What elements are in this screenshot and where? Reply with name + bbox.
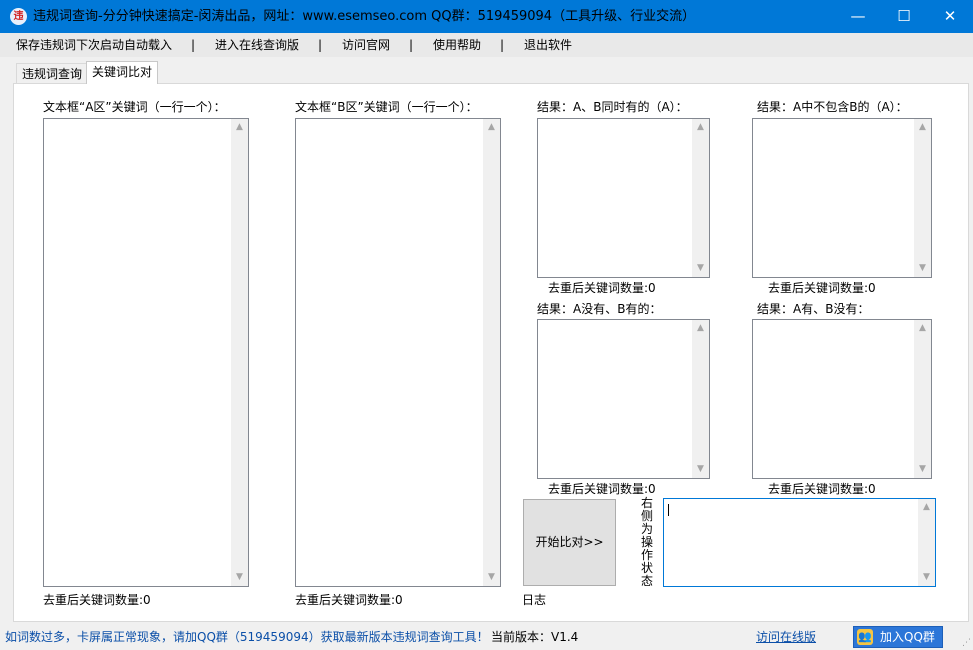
- qq-group-icon: 👥: [857, 629, 873, 645]
- result-b-only-scrollbar[interactable]: ▲ ▼: [692, 320, 709, 478]
- result-a-not-b-label: 结果：A中不包含B的（A）：: [757, 100, 908, 114]
- scroll-down-icon[interactable]: ▼: [692, 260, 709, 277]
- result-both-count: 去重后关键词数量:0: [548, 281, 656, 295]
- result-b-only-label: 结果：A没有、B有的：: [537, 302, 662, 316]
- status-message: 如词数过多，卡屏属正常现象，请加QQ群（519459094）获取最新版本违规词查…: [5, 630, 489, 644]
- box-a-label: 文本框“A区”关键词（一行一个）：: [43, 100, 226, 114]
- box-b-label: 文本框“B区”关键词（一行一个）：: [295, 100, 478, 114]
- menu-exit[interactable]: 退出软件: [524, 38, 572, 53]
- maximize-button[interactable]: ☐: [881, 0, 927, 33]
- text-caret: [668, 504, 669, 516]
- result-a-only-label: 结果：A有、B没有：: [757, 302, 870, 316]
- scroll-down-icon[interactable]: ▼: [692, 461, 709, 478]
- visit-online-link[interactable]: 访问在线版: [756, 630, 816, 645]
- log-label: 日志: [522, 593, 547, 607]
- scroll-up-icon[interactable]: ▲: [483, 119, 500, 136]
- window-title: 违规词查询-分分钟快速搞定-闵涛出品，网址：www.esemseo.com QQ…: [33, 9, 696, 24]
- menu-separator: |: [318, 38, 323, 52]
- join-qq-group-label: 加入QQ群: [880, 630, 935, 644]
- box-a-textarea[interactable]: ▲ ▼: [43, 118, 249, 587]
- menu-help[interactable]: 使用帮助: [433, 38, 481, 53]
- version-label: 当前版本：V1.4: [491, 630, 579, 644]
- box-b-scrollbar[interactable]: ▲ ▼: [483, 119, 500, 586]
- box-a-count: 去重后关键词数量:0: [43, 593, 151, 607]
- scroll-down-icon[interactable]: ▼: [231, 569, 248, 586]
- scroll-up-icon[interactable]: ▲: [914, 320, 931, 337]
- result-b-only-textarea[interactable]: ▲ ▼: [537, 319, 710, 479]
- result-a-not-b-textarea[interactable]: ▲ ▼: [752, 118, 932, 278]
- start-compare-button[interactable]: 开始比对>>: [523, 499, 616, 586]
- scroll-down-icon[interactable]: ▼: [914, 260, 931, 277]
- join-qq-group-button[interactable]: 👥 加入QQ群: [853, 626, 943, 648]
- box-b-count: 去重后关键词数量:0: [295, 593, 403, 607]
- scroll-up-icon[interactable]: ▲: [692, 320, 709, 337]
- menu-official-site[interactable]: 访问官网: [342, 38, 390, 53]
- menu-save-auto-load[interactable]: 保存违规词下次启动自动载入: [16, 38, 172, 53]
- scroll-down-icon[interactable]: ▼: [483, 569, 500, 586]
- box-a-scrollbar[interactable]: ▲ ▼: [231, 119, 248, 586]
- result-a-only-scrollbar[interactable]: ▲ ▼: [914, 320, 931, 478]
- resize-grip-icon[interactable]: ⋰: [961, 638, 971, 648]
- result-both-scrollbar[interactable]: ▲ ▼: [692, 119, 709, 277]
- scroll-down-icon[interactable]: ▼: [914, 461, 931, 478]
- scroll-up-icon[interactable]: ▲: [914, 119, 931, 136]
- result-b-only-count: 去重后关键词数量:0: [548, 482, 656, 496]
- scroll-up-icon[interactable]: ▲: [918, 499, 935, 516]
- result-a-not-b-count: 去重后关键词数量:0: [768, 281, 876, 295]
- menu-online-version[interactable]: 进入在线查询版: [215, 38, 299, 53]
- log-textarea[interactable]: ▲ ▼: [663, 498, 936, 587]
- result-a-only-count: 去重后关键词数量:0: [768, 482, 876, 496]
- result-both-textarea[interactable]: ▲ ▼: [537, 118, 710, 278]
- menu-separator: |: [409, 38, 414, 52]
- minimize-button[interactable]: —: [835, 0, 881, 33]
- status-vertical-label: 右侧为操作状态: [640, 496, 653, 588]
- scroll-up-icon[interactable]: ▲: [692, 119, 709, 136]
- log-scrollbar[interactable]: ▲ ▼: [918, 499, 935, 586]
- menu-separator: |: [191, 38, 196, 52]
- box-b-textarea[interactable]: ▲ ▼: [295, 118, 501, 587]
- close-button[interactable]: ✕: [927, 0, 973, 33]
- result-a-not-b-scrollbar[interactable]: ▲ ▼: [914, 119, 931, 277]
- tab-keyword-compare[interactable]: 关键词比对: [86, 61, 159, 84]
- app-icon: 违: [10, 8, 27, 25]
- scroll-up-icon[interactable]: ▲: [231, 119, 248, 136]
- result-both-label: 结果：A、B同时有的（A）：: [537, 100, 688, 114]
- tab-violation-query[interactable]: 违规词查询: [16, 63, 89, 84]
- result-a-only-textarea[interactable]: ▲ ▼: [752, 319, 932, 479]
- scroll-down-icon[interactable]: ▼: [918, 569, 935, 586]
- menu-separator: |: [500, 38, 505, 52]
